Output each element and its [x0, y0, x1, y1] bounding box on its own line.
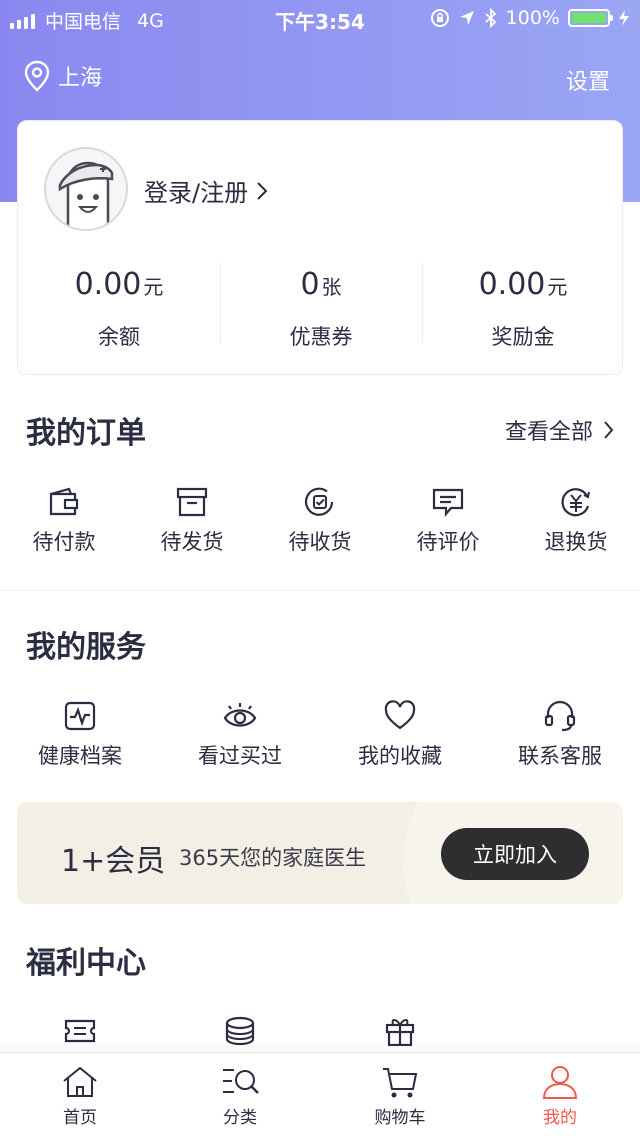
membership-title: 1+会员 [61, 844, 166, 879]
orders-row: 待付款 待发货 待收货 待评价 退换货 [0, 486, 640, 556]
stat-rewards[interactable]: 0.00 元 奖励金 [422, 263, 624, 353]
receive-icon [304, 487, 334, 516]
refund-icon [561, 488, 590, 517]
service-customer-support[interactable]: 联系客服 [480, 700, 640, 770]
stat-balance[interactable]: 0.00 元 余额 [18, 263, 220, 353]
profile-card: 登录/注册 0.00 元 余额 0张 优惠券 0.00 元 奖励金 [17, 120, 623, 375]
order-returns[interactable]: 退换货 [512, 486, 640, 556]
order-pending-review[interactable]: 待评价 [384, 486, 512, 556]
stat-label: 奖励金 [491, 325, 555, 349]
order-label: 待发货 [160, 530, 224, 554]
view-all-label: 查看全部 [504, 420, 593, 445]
join-now-button[interactable]: 立即加入 [441, 828, 589, 880]
heart-icon [384, 700, 416, 730]
top-row: 上海 设置 [0, 56, 640, 100]
tab-me[interactable]: 我的 [480, 1053, 640, 1138]
bluetooth-icon [485, 8, 496, 28]
orders-title: 我的订单 [26, 416, 146, 451]
order-label: 退换货 [544, 530, 608, 554]
charging-icon [619, 10, 629, 26]
status-bar: 中国电信 4G 下午3:54 100% [0, 0, 640, 36]
service-health-record[interactable]: 健康档案 [0, 700, 160, 770]
rotation-lock-icon [430, 9, 449, 27]
eye-icon [223, 703, 257, 727]
welfare-item-gift[interactable] [320, 1016, 480, 1046]
health-record-icon [64, 701, 96, 731]
membership-subtitle: 365天您的家庭医生 [179, 846, 367, 870]
home-icon [63, 1066, 97, 1097]
order-pending-payment[interactable]: 待付款 [0, 486, 128, 556]
location-label: 上海 [58, 66, 103, 91]
tab-bar: 首页 分类 购物车 我的 [0, 1052, 640, 1138]
order-label: 待收货 [288, 530, 352, 554]
service-label: 我的收藏 [358, 744, 442, 768]
welfare-item-coins[interactable] [160, 1016, 320, 1046]
headset-icon [544, 700, 576, 732]
status-right: 100% [430, 7, 630, 29]
order-pending-receipt[interactable]: 待收货 [256, 486, 384, 556]
membership-banner[interactable]: 1+会员 365天您的家庭医生 立即加入 [17, 802, 623, 904]
view-all-orders-link[interactable]: 查看全部 [505, 414, 614, 446]
login-label: 登录/注册 [144, 179, 249, 207]
coins-icon [225, 1016, 255, 1046]
stat-label: 余额 [98, 325, 140, 349]
wallet-icon [49, 487, 79, 516]
stat-value: 0.00 元 [74, 267, 164, 302]
tab-cart[interactable]: 购物车 [320, 1053, 480, 1138]
tab-category[interactable]: 分类 [160, 1053, 320, 1138]
order-label: 待付款 [32, 530, 96, 554]
account-stats: 0.00 元 余额 0张 优惠券 0.00 元 奖励金 [18, 263, 624, 353]
settings-button[interactable]: 设置 [566, 64, 610, 96]
service-label: 看过买过 [198, 744, 282, 768]
tab-label: 分类 [223, 1108, 257, 1128]
box-icon [176, 487, 208, 517]
category-search-icon [223, 1069, 259, 1094]
order-pending-shipment[interactable]: 待发货 [128, 486, 256, 556]
stat-coupons[interactable]: 0张 优惠券 [220, 263, 422, 353]
service-favorites[interactable]: 我的收藏 [320, 700, 480, 770]
user-icon [542, 1066, 578, 1099]
location-selector[interactable]: 上海 [24, 60, 102, 92]
services-row: 健康档案 看过买过 我的收藏 联系客服 [0, 700, 640, 770]
battery-percent: 100% [505, 7, 560, 29]
location-pin-icon [24, 60, 50, 92]
service-history[interactable]: 看过买过 [160, 700, 320, 770]
default-avatar-icon [58, 161, 114, 229]
comment-icon [432, 488, 464, 518]
service-label: 联系客服 [518, 744, 602, 768]
welfare-row [0, 1016, 640, 1046]
welfare-item-ticket[interactable] [0, 1016, 160, 1046]
welfare-title: 福利中心 [26, 946, 146, 981]
login-register-link[interactable]: 登录/注册 [144, 173, 268, 208]
cart-icon [383, 1068, 418, 1098]
tab-label: 我的 [543, 1108, 577, 1128]
chevron-right-icon [604, 421, 614, 439]
avatar[interactable] [44, 147, 128, 231]
order-label: 待评价 [416, 530, 480, 554]
service-label: 健康档案 [38, 744, 122, 768]
stat-value: 0张 [300, 267, 342, 302]
stat-label: 优惠券 [289, 325, 353, 349]
ticket-icon [64, 1019, 96, 1043]
services-title: 我的服务 [26, 630, 146, 665]
tab-home[interactable]: 首页 [0, 1053, 160, 1138]
tab-label: 购物车 [374, 1108, 426, 1128]
battery-icon [568, 9, 613, 27]
section-divider [0, 590, 640, 591]
chevron-right-icon [257, 181, 268, 200]
tab-label: 首页 [63, 1108, 97, 1128]
location-arrow-icon [459, 11, 474, 25]
gift-icon [385, 1019, 415, 1046]
welfare-item-empty [480, 1016, 640, 1046]
stat-value: 0.00 元 [478, 267, 568, 302]
